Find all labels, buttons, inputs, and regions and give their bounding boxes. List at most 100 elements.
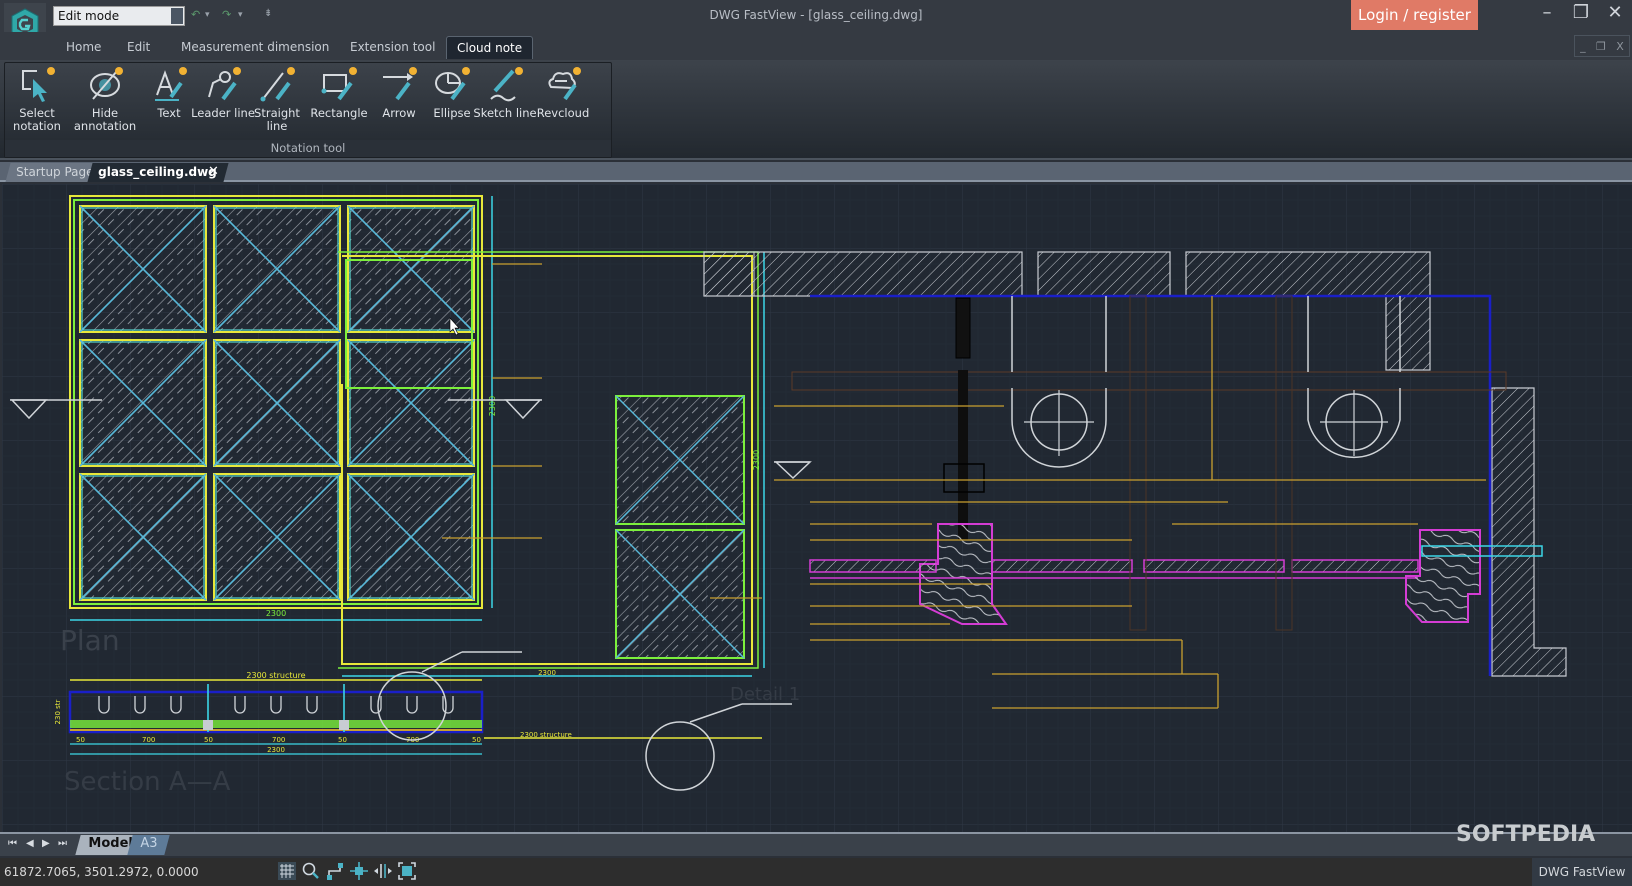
section-span-1: 700 xyxy=(142,736,155,744)
select-notation-button[interactable]: Select notation xyxy=(5,65,69,133)
text-label: Text xyxy=(157,106,181,120)
support-block xyxy=(203,720,213,730)
detail-width-dim: 2300 xyxy=(538,669,556,677)
section-span-6: 50 xyxy=(472,736,481,744)
hide-annotation-label: Hide annotation xyxy=(73,106,137,133)
cad-drawing[interactable]: 2300 2300 Plan 2300 2300 2300 structure … xyxy=(2,184,1632,832)
text-icon xyxy=(155,67,187,101)
status-bar: 61872.7065, 3501.2972, 0.0000 DWG FastVi… xyxy=(0,858,1632,886)
undo-icon[interactable]: ↶ xyxy=(191,8,200,21)
mode-dropdown[interactable]: Edit mode xyxy=(53,6,185,26)
straight-line-label: Straight line xyxy=(254,106,300,133)
select-notation-icon xyxy=(22,67,55,102)
glass-panel xyxy=(213,473,341,601)
zoom-icon[interactable] xyxy=(302,862,320,880)
section-span-4: 50 xyxy=(338,736,347,744)
rectangle-button[interactable]: Rectangle xyxy=(307,65,371,120)
revcloud-label: Revcloud xyxy=(536,106,590,120)
tab-measurement-dimension[interactable]: Measurement dimension xyxy=(171,36,339,58)
ellipse-icon xyxy=(435,67,470,101)
document-tab-bar: Startup Page glass_ceiling.dwg xyxy=(0,162,1632,182)
section-title: Section A—A xyxy=(64,767,231,797)
last-layout-button[interactable]: ⏭ xyxy=(58,838,67,849)
grid-icon[interactable] xyxy=(278,862,296,880)
tab-cloud-note[interactable]: Cloud note xyxy=(446,36,534,59)
glass-panel xyxy=(79,339,207,467)
section-structure-dim: 2300 structure xyxy=(246,671,305,680)
section-height-dim: 230 str xyxy=(54,699,62,724)
minimize-button[interactable]: – xyxy=(1532,2,1562,23)
plan-width-dim: 2300 xyxy=(266,609,286,618)
doc-tab-label: Startup Page xyxy=(16,165,94,179)
arrow-label: Arrow xyxy=(382,106,416,120)
tab-extension-tool[interactable]: Extension tool xyxy=(340,36,445,58)
plan-height-dim: 2300 xyxy=(488,396,497,416)
detail-structure-dim: 2300 structure xyxy=(520,731,572,739)
select-notation-label: Select notation xyxy=(13,106,61,133)
layout-tab-a3[interactable]: A3 xyxy=(127,835,170,855)
ribbon-group-label: Notation tool xyxy=(5,140,611,157)
layout-tab-bar: ⏮ ◀ ▶ ⏭ Model A3 xyxy=(0,832,1632,856)
layout-tab-label: Model xyxy=(88,836,133,851)
glass-panel xyxy=(347,339,475,467)
rectangle-icon xyxy=(321,67,357,101)
glass-panel xyxy=(213,205,341,333)
glass-panel xyxy=(79,473,207,601)
first-layout-button[interactable]: ⏮ xyxy=(8,838,17,849)
menu-bar: Home Edit Measurement dimension Extensio… xyxy=(0,32,1632,60)
redo-dropdown-icon[interactable]: ▾ xyxy=(238,10,243,20)
app-window: Edit mode ↶ ▾ ↷ ▾ ⇟ DWG FastView - [glas… xyxy=(0,0,1632,886)
doc-tab-label: glass_ceiling.dwg xyxy=(98,165,217,179)
redo-icon[interactable]: ↷ xyxy=(222,8,231,21)
close-button[interactable]: ✕ xyxy=(1600,2,1630,23)
prev-layout-button[interactable]: ◀ xyxy=(26,838,34,849)
leader-line-icon xyxy=(208,67,241,101)
section-span-0: 50 xyxy=(76,736,85,744)
tab-home[interactable]: Home xyxy=(56,36,111,58)
customize-toolbar-icon[interactable]: ⇟ xyxy=(264,8,272,19)
softpedia-watermark: SOFTPEDIA xyxy=(1456,822,1596,847)
notation-tool-group: Select notation Hide annotation Text Lea… xyxy=(4,62,612,158)
ellipse-label: Ellipse xyxy=(433,106,471,120)
arrow-icon xyxy=(383,67,417,101)
document-window-controls: _ ❐ X xyxy=(1574,35,1630,57)
fullscreen-icon[interactable] xyxy=(398,862,416,880)
restore-button[interactable]: ❐ xyxy=(1566,2,1596,23)
doc-restore-button[interactable]: ❐ xyxy=(1596,40,1606,53)
title-bar: Edit mode ↶ ▾ ↷ ▾ ⇟ DWG FastView - [glas… xyxy=(0,0,1632,45)
plan-view: 2300 2300 Plan xyxy=(10,195,542,657)
login-register-button[interactable]: Login / register xyxy=(1351,0,1478,30)
snap-icon[interactable] xyxy=(350,862,368,880)
section-span-2: 50 xyxy=(204,736,213,744)
layout-tab-label: A3 xyxy=(140,836,158,851)
glass-panel xyxy=(213,339,341,467)
ribbon: Select notation Hide annotation Text Lea… xyxy=(0,60,1632,160)
sketch-line-label: Sketch line xyxy=(473,106,537,120)
section-span-3: 700 xyxy=(272,736,285,744)
next-layout-button[interactable]: ▶ xyxy=(42,838,50,849)
rectangle-label: Rectangle xyxy=(310,106,368,120)
undo-dropdown-icon[interactable]: ▾ xyxy=(205,10,210,20)
ortho-icon[interactable] xyxy=(326,862,344,880)
polar-icon[interactable] xyxy=(374,862,392,880)
glass-panel xyxy=(347,473,475,601)
straight-line-button[interactable]: Straight line xyxy=(245,65,309,133)
close-tab-icon[interactable]: ✕ xyxy=(208,164,219,179)
straight-line-icon xyxy=(260,67,295,102)
doc-close-button[interactable]: X xyxy=(1616,40,1624,53)
hide-annotation-icon xyxy=(90,67,123,100)
glass-panel xyxy=(79,205,207,333)
chevron-down-icon[interactable] xyxy=(171,8,183,24)
hide-annotation-button[interactable]: Hide annotation xyxy=(73,65,137,133)
sketch-line-button[interactable]: Sketch line xyxy=(473,65,537,120)
plan-title: Plan xyxy=(60,624,120,657)
doc-minimize-button[interactable]: _ xyxy=(1580,40,1586,53)
tab-edit[interactable]: Edit xyxy=(117,36,160,58)
glass-panel xyxy=(347,205,475,333)
drawing-canvas[interactable]: 2300 2300 Plan 2300 2300 2300 structure … xyxy=(2,184,1632,832)
status-toolbar xyxy=(278,862,416,880)
section-total-dim: 2300 xyxy=(267,746,285,754)
revcloud-button[interactable]: Revcloud xyxy=(531,65,595,120)
mode-value: Edit mode xyxy=(58,9,120,23)
detail-height-dim: 2300 xyxy=(752,450,761,470)
